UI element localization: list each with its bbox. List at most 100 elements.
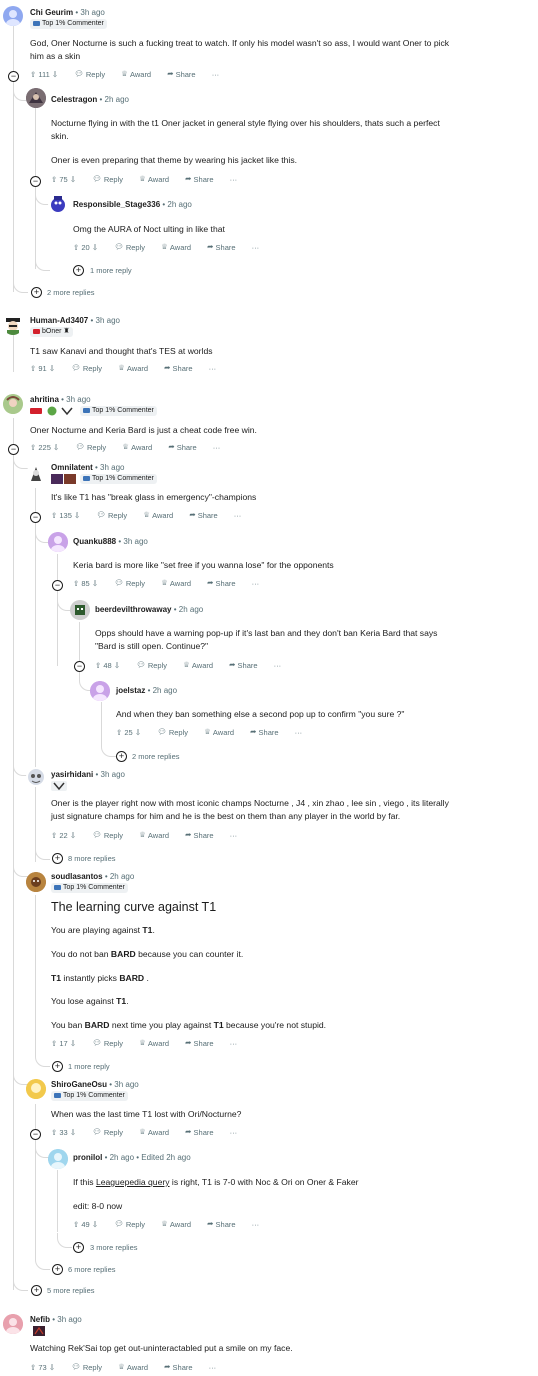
- author-name[interactable]: pronilol: [73, 1153, 102, 1162]
- downvote-icon[interactable]: ⇩: [52, 70, 58, 79]
- upvote-icon[interactable]: ⇧: [51, 1128, 57, 1137]
- upvote-icon[interactable]: ⇧: [95, 661, 101, 670]
- author-name[interactable]: joelstaz: [116, 686, 145, 695]
- reply-button[interactable]: 💬︎ Reply: [92, 830, 123, 840]
- avatar[interactable]: [70, 600, 90, 620]
- award-button[interactable]: ♕ Award: [121, 69, 151, 79]
- share-button[interactable]: ➦ Share: [185, 1127, 213, 1137]
- downvote-icon[interactable]: ⇩: [92, 579, 98, 588]
- upvote-icon[interactable]: ⇧: [30, 443, 36, 452]
- expand-toggle[interactable]: +: [31, 287, 42, 298]
- avatar[interactable]: [26, 872, 46, 892]
- collapse-toggle[interactable]: −: [8, 444, 19, 455]
- more-replies-link[interactable]: 1 more reply: [90, 266, 132, 275]
- share-button[interactable]: ➦ Share: [207, 578, 235, 588]
- author-name[interactable]: Omnilatent: [51, 463, 93, 472]
- more-replies-link[interactable]: 3 more replies: [90, 1243, 138, 1252]
- downvote-icon[interactable]: ⇩: [70, 1128, 76, 1137]
- expand-toggle[interactable]: +: [52, 1061, 63, 1072]
- award-button[interactable]: ♕ Award: [139, 174, 169, 184]
- award-button[interactable]: ♕ Award: [118, 363, 148, 373]
- more-options-icon[interactable]: ···: [252, 579, 260, 588]
- expand-toggle[interactable]: +: [73, 265, 84, 276]
- more-options-icon[interactable]: ···: [209, 364, 217, 373]
- award-button[interactable]: ♕ Award: [183, 660, 213, 670]
- award-button[interactable]: ♕ Award: [139, 830, 169, 840]
- award-button[interactable]: ♕ Award: [161, 242, 191, 252]
- expand-toggle[interactable]: +: [31, 1285, 42, 1296]
- share-button[interactable]: ➦ Share: [164, 1362, 192, 1372]
- more-options-icon[interactable]: ···: [230, 831, 238, 840]
- expand-toggle[interactable]: +: [52, 1264, 63, 1275]
- more-options-icon[interactable]: ···: [213, 443, 221, 452]
- share-button[interactable]: ➦ Share: [229, 660, 257, 670]
- downvote-icon[interactable]: ⇩: [74, 511, 80, 520]
- upvote-icon[interactable]: ⇧: [30, 364, 36, 373]
- avatar[interactable]: [48, 194, 68, 214]
- reply-button[interactable]: 💬︎ Reply: [74, 69, 105, 79]
- share-button[interactable]: ➦ Share: [189, 510, 217, 520]
- expand-toggle[interactable]: +: [116, 751, 127, 762]
- reply-button[interactable]: 💬︎ Reply: [96, 510, 127, 520]
- reply-button[interactable]: 💬︎ Reply: [92, 1127, 123, 1137]
- author-name[interactable]: Celestragon: [51, 95, 97, 104]
- share-button[interactable]: ➦ Share: [207, 242, 235, 252]
- collapse-toggle[interactable]: −: [52, 580, 63, 591]
- expand-toggle[interactable]: +: [52, 853, 63, 864]
- award-button[interactable]: ♕ Award: [143, 510, 173, 520]
- upvote-icon[interactable]: ⇧: [51, 511, 57, 520]
- downvote-icon[interactable]: ⇩: [70, 175, 76, 184]
- avatar[interactable]: [26, 767, 46, 787]
- upvote-icon[interactable]: ⇧: [51, 175, 57, 184]
- upvote-icon[interactable]: ⇧: [73, 1220, 79, 1229]
- upvote-icon[interactable]: ⇧: [30, 70, 36, 79]
- more-options-icon[interactable]: ···: [252, 1220, 260, 1229]
- award-button[interactable]: ♕ Award: [139, 1038, 169, 1048]
- collapse-toggle[interactable]: −: [30, 176, 41, 187]
- award-button[interactable]: ♕ Award: [161, 1219, 191, 1229]
- share-button[interactable]: ➦ Share: [207, 1219, 235, 1229]
- more-replies-link[interactable]: 2 more replies: [132, 752, 180, 761]
- author-name[interactable]: soudlasantos: [51, 872, 103, 881]
- author-name[interactable]: ShiroGaneOsu: [51, 1080, 107, 1089]
- award-button[interactable]: ♕ Award: [204, 727, 234, 737]
- share-button[interactable]: ➦ Share: [168, 442, 196, 452]
- downvote-icon[interactable]: ⇩: [92, 243, 98, 252]
- share-button[interactable]: ➦ Share: [185, 1038, 213, 1048]
- share-button[interactable]: ➦ Share: [167, 69, 195, 79]
- downvote-icon[interactable]: ⇩: [135, 728, 141, 737]
- upvote-icon[interactable]: ⇧: [73, 243, 79, 252]
- more-options-icon[interactable]: ···: [274, 661, 282, 670]
- more-options-icon[interactable]: ···: [295, 728, 303, 737]
- author-name[interactable]: Chi Geurim: [30, 8, 73, 17]
- more-options-icon[interactable]: ···: [230, 175, 238, 184]
- upvote-icon[interactable]: ⇧: [30, 1363, 36, 1372]
- reply-button[interactable]: 💬︎ Reply: [92, 174, 123, 184]
- author-name[interactable]: Quanku888: [73, 537, 116, 546]
- collapse-toggle[interactable]: −: [74, 661, 85, 672]
- reply-button[interactable]: 💬︎ Reply: [114, 242, 145, 252]
- more-replies-link[interactable]: 5 more replies: [47, 1286, 95, 1295]
- more-options-icon[interactable]: ···: [209, 1363, 217, 1372]
- more-options-icon[interactable]: ···: [230, 1039, 238, 1048]
- share-button[interactable]: ➦ Share: [164, 363, 192, 373]
- more-replies-link[interactable]: 8 more replies: [68, 854, 116, 863]
- avatar[interactable]: [26, 1079, 46, 1099]
- reply-button[interactable]: 💬︎ Reply: [71, 1362, 102, 1372]
- avatar[interactable]: [48, 532, 68, 552]
- avatar[interactable]: [3, 6, 23, 26]
- downvote-icon[interactable]: ⇩: [49, 364, 55, 373]
- award-button[interactable]: ♕ Award: [118, 1362, 148, 1372]
- author-name[interactable]: yasirhidani: [51, 770, 93, 779]
- more-options-icon[interactable]: ···: [212, 70, 220, 79]
- reply-button[interactable]: 💬︎ Reply: [157, 727, 188, 737]
- avatar[interactable]: [26, 464, 46, 484]
- reply-button[interactable]: 💬︎ Reply: [114, 578, 145, 588]
- downvote-icon[interactable]: ⇩: [49, 1363, 55, 1372]
- expand-toggle[interactable]: +: [73, 1242, 84, 1253]
- reply-button[interactable]: 💬︎ Reply: [136, 660, 167, 670]
- downvote-icon[interactable]: ⇩: [53, 443, 59, 452]
- award-button[interactable]: ♕ Award: [139, 1127, 169, 1137]
- reply-button[interactable]: 💬︎ Reply: [92, 1038, 123, 1048]
- reply-button[interactable]: 💬︎ Reply: [114, 1219, 145, 1229]
